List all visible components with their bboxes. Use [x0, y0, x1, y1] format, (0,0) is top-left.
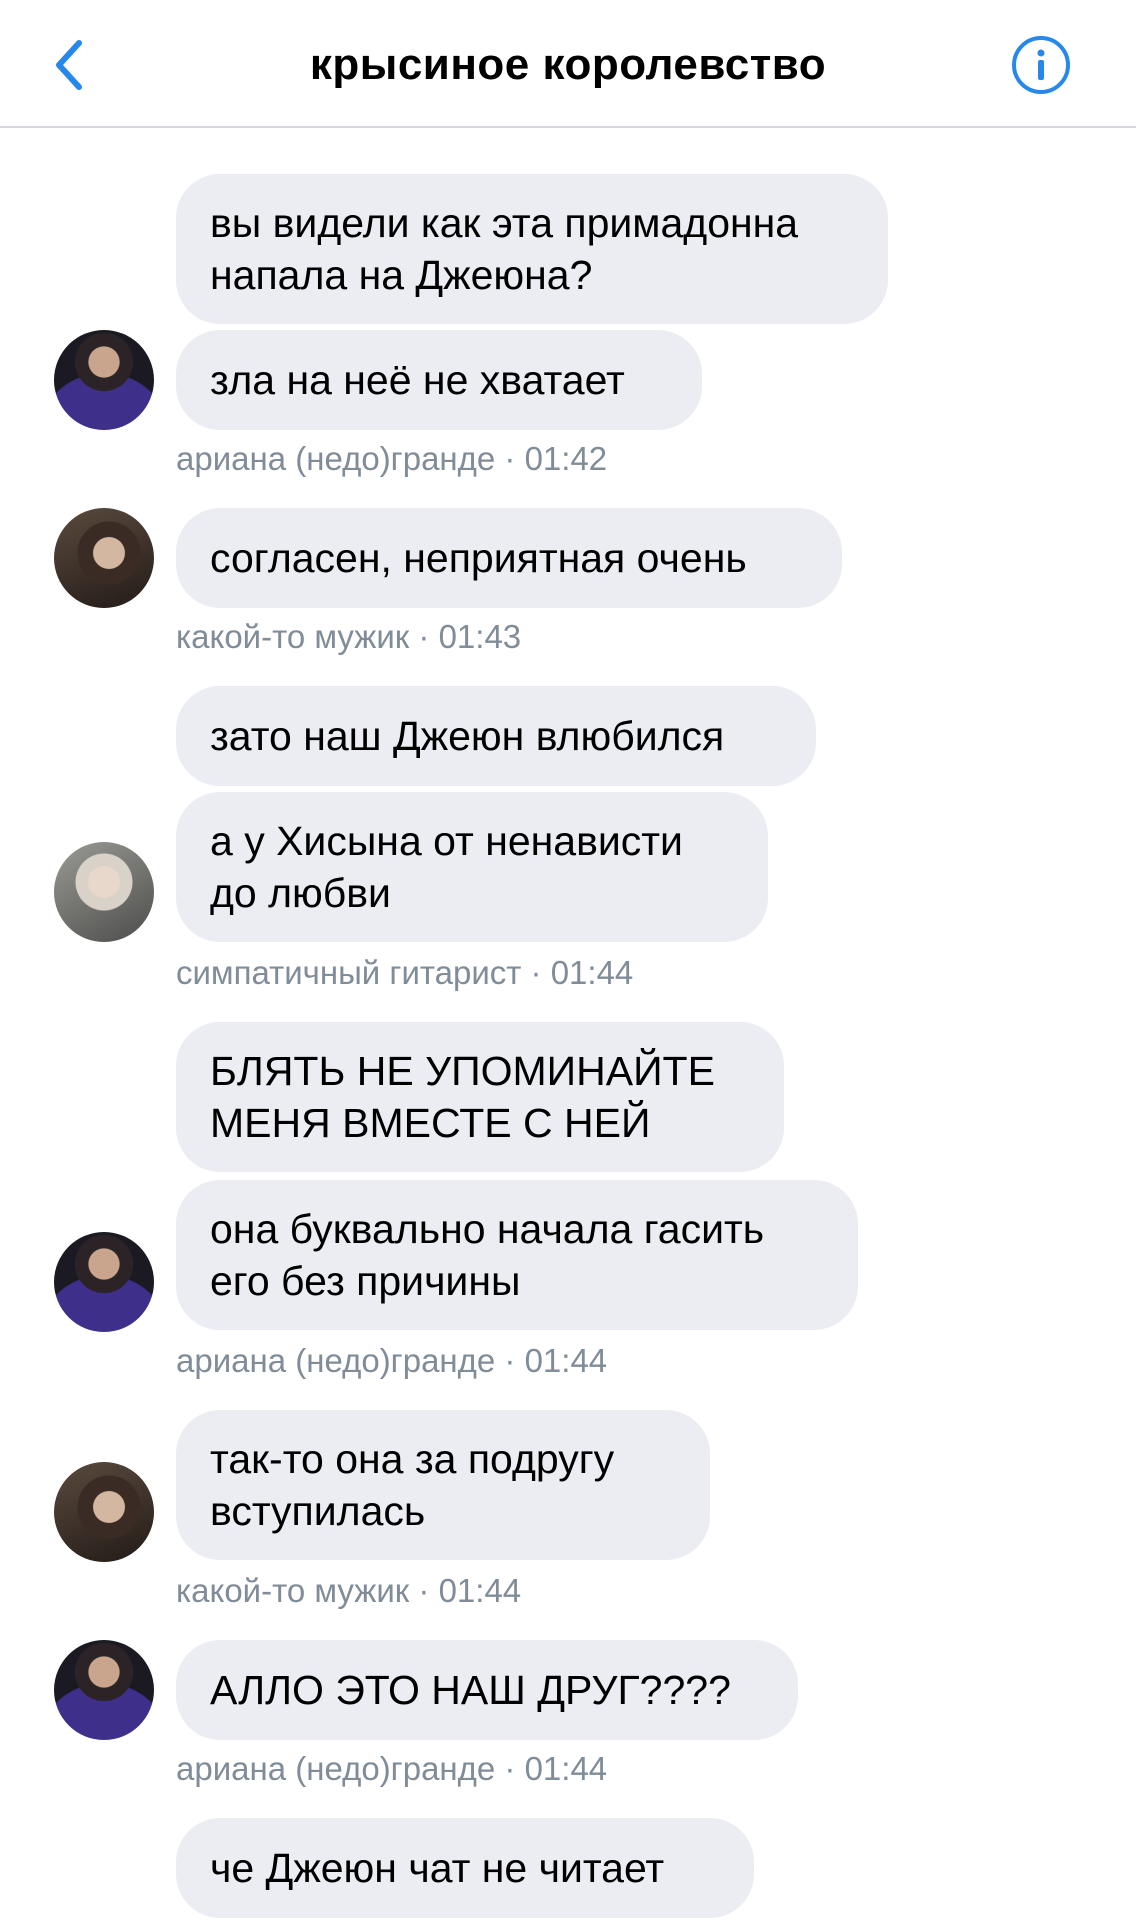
message-bubble[interactable]: вы видели как эта примадонна напала на Д…: [176, 174, 888, 324]
message-line: до любви: [210, 870, 391, 916]
avatar[interactable]: [54, 1232, 154, 1332]
message-meta: симпатичный гитарист · 01:44: [176, 954, 634, 991]
info-circle-icon: [1012, 36, 1070, 94]
message-line: а у Хисына от ненависти: [210, 818, 683, 864]
message-line: вы видели как эта примадонна: [210, 200, 799, 246]
message-bubble[interactable]: она буквально начала гасить его без прич…: [176, 1180, 858, 1330]
message-bubble[interactable]: согласен, неприятная очень: [176, 508, 842, 608]
message-line: она буквально начала гасить: [210, 1206, 765, 1252]
message-line: напала на Джеюна?: [210, 252, 593, 298]
message-line: его без причины: [210, 1258, 521, 1304]
message-bubble[interactable]: че Джеюн чат не читает: [176, 1818, 754, 1918]
message-line: так-то она за подругу: [210, 1436, 615, 1482]
message-meta: ариана (недо)гранде · 01:44: [176, 1750, 608, 1787]
chat-title: крысиное королевство: [309, 40, 827, 89]
info-button[interactable]: [1010, 34, 1072, 96]
message-line: БЛЯТЬ НЕ УПОМИНАЙТЕ: [210, 1048, 715, 1094]
message-bubble[interactable]: так-то она за подругу вступилась: [176, 1410, 710, 1560]
avatar[interactable]: [54, 330, 154, 430]
message-bubble[interactable]: БЛЯТЬ НЕ УПОМИНАЙТЕ МЕНЯ ВМЕСТЕ С НЕЙ: [176, 1022, 784, 1172]
avatar[interactable]: [54, 842, 154, 942]
avatar[interactable]: [54, 1640, 154, 1740]
message-bubble[interactable]: АЛЛО ЭТО НАШ ДРУГ????: [176, 1640, 798, 1740]
message-meta: ариана (недо)гранде · 01:42: [176, 440, 608, 477]
chat-header: крысиное королевство: [0, 0, 1136, 128]
avatar[interactable]: [54, 508, 154, 608]
message-line: МЕНЯ ВМЕСТЕ С НЕЙ: [210, 1100, 651, 1146]
message-line: согласен, неприятная очень: [210, 535, 747, 581]
message-meta: ариана (недо)гранде · 01:44: [176, 1342, 608, 1379]
avatar[interactable]: [54, 1462, 154, 1562]
message-bubble[interactable]: а у Хисына от ненависти до любви: [176, 792, 768, 942]
message-bubble[interactable]: зато наш Джеюн влюбился: [176, 686, 816, 786]
message-line: зато наш Джеюн влюбился: [210, 713, 725, 759]
message-line: вступилась: [210, 1488, 426, 1534]
message-line: зла на неё не хватает: [210, 357, 625, 403]
message-meta: какой-то мужик · 01:44: [176, 1572, 522, 1609]
message-meta: какой-то мужик · 01:43: [176, 618, 522, 655]
message-list[interactable]: вы видели как эта примадонна напала на Д…: [0, 128, 1136, 1920]
message-line: че Джеюн чат не читает: [210, 1845, 665, 1891]
message-line: АЛЛО ЭТО НАШ ДРУГ????: [210, 1667, 731, 1713]
message-bubble[interactable]: зла на неё не хватает: [176, 330, 702, 430]
